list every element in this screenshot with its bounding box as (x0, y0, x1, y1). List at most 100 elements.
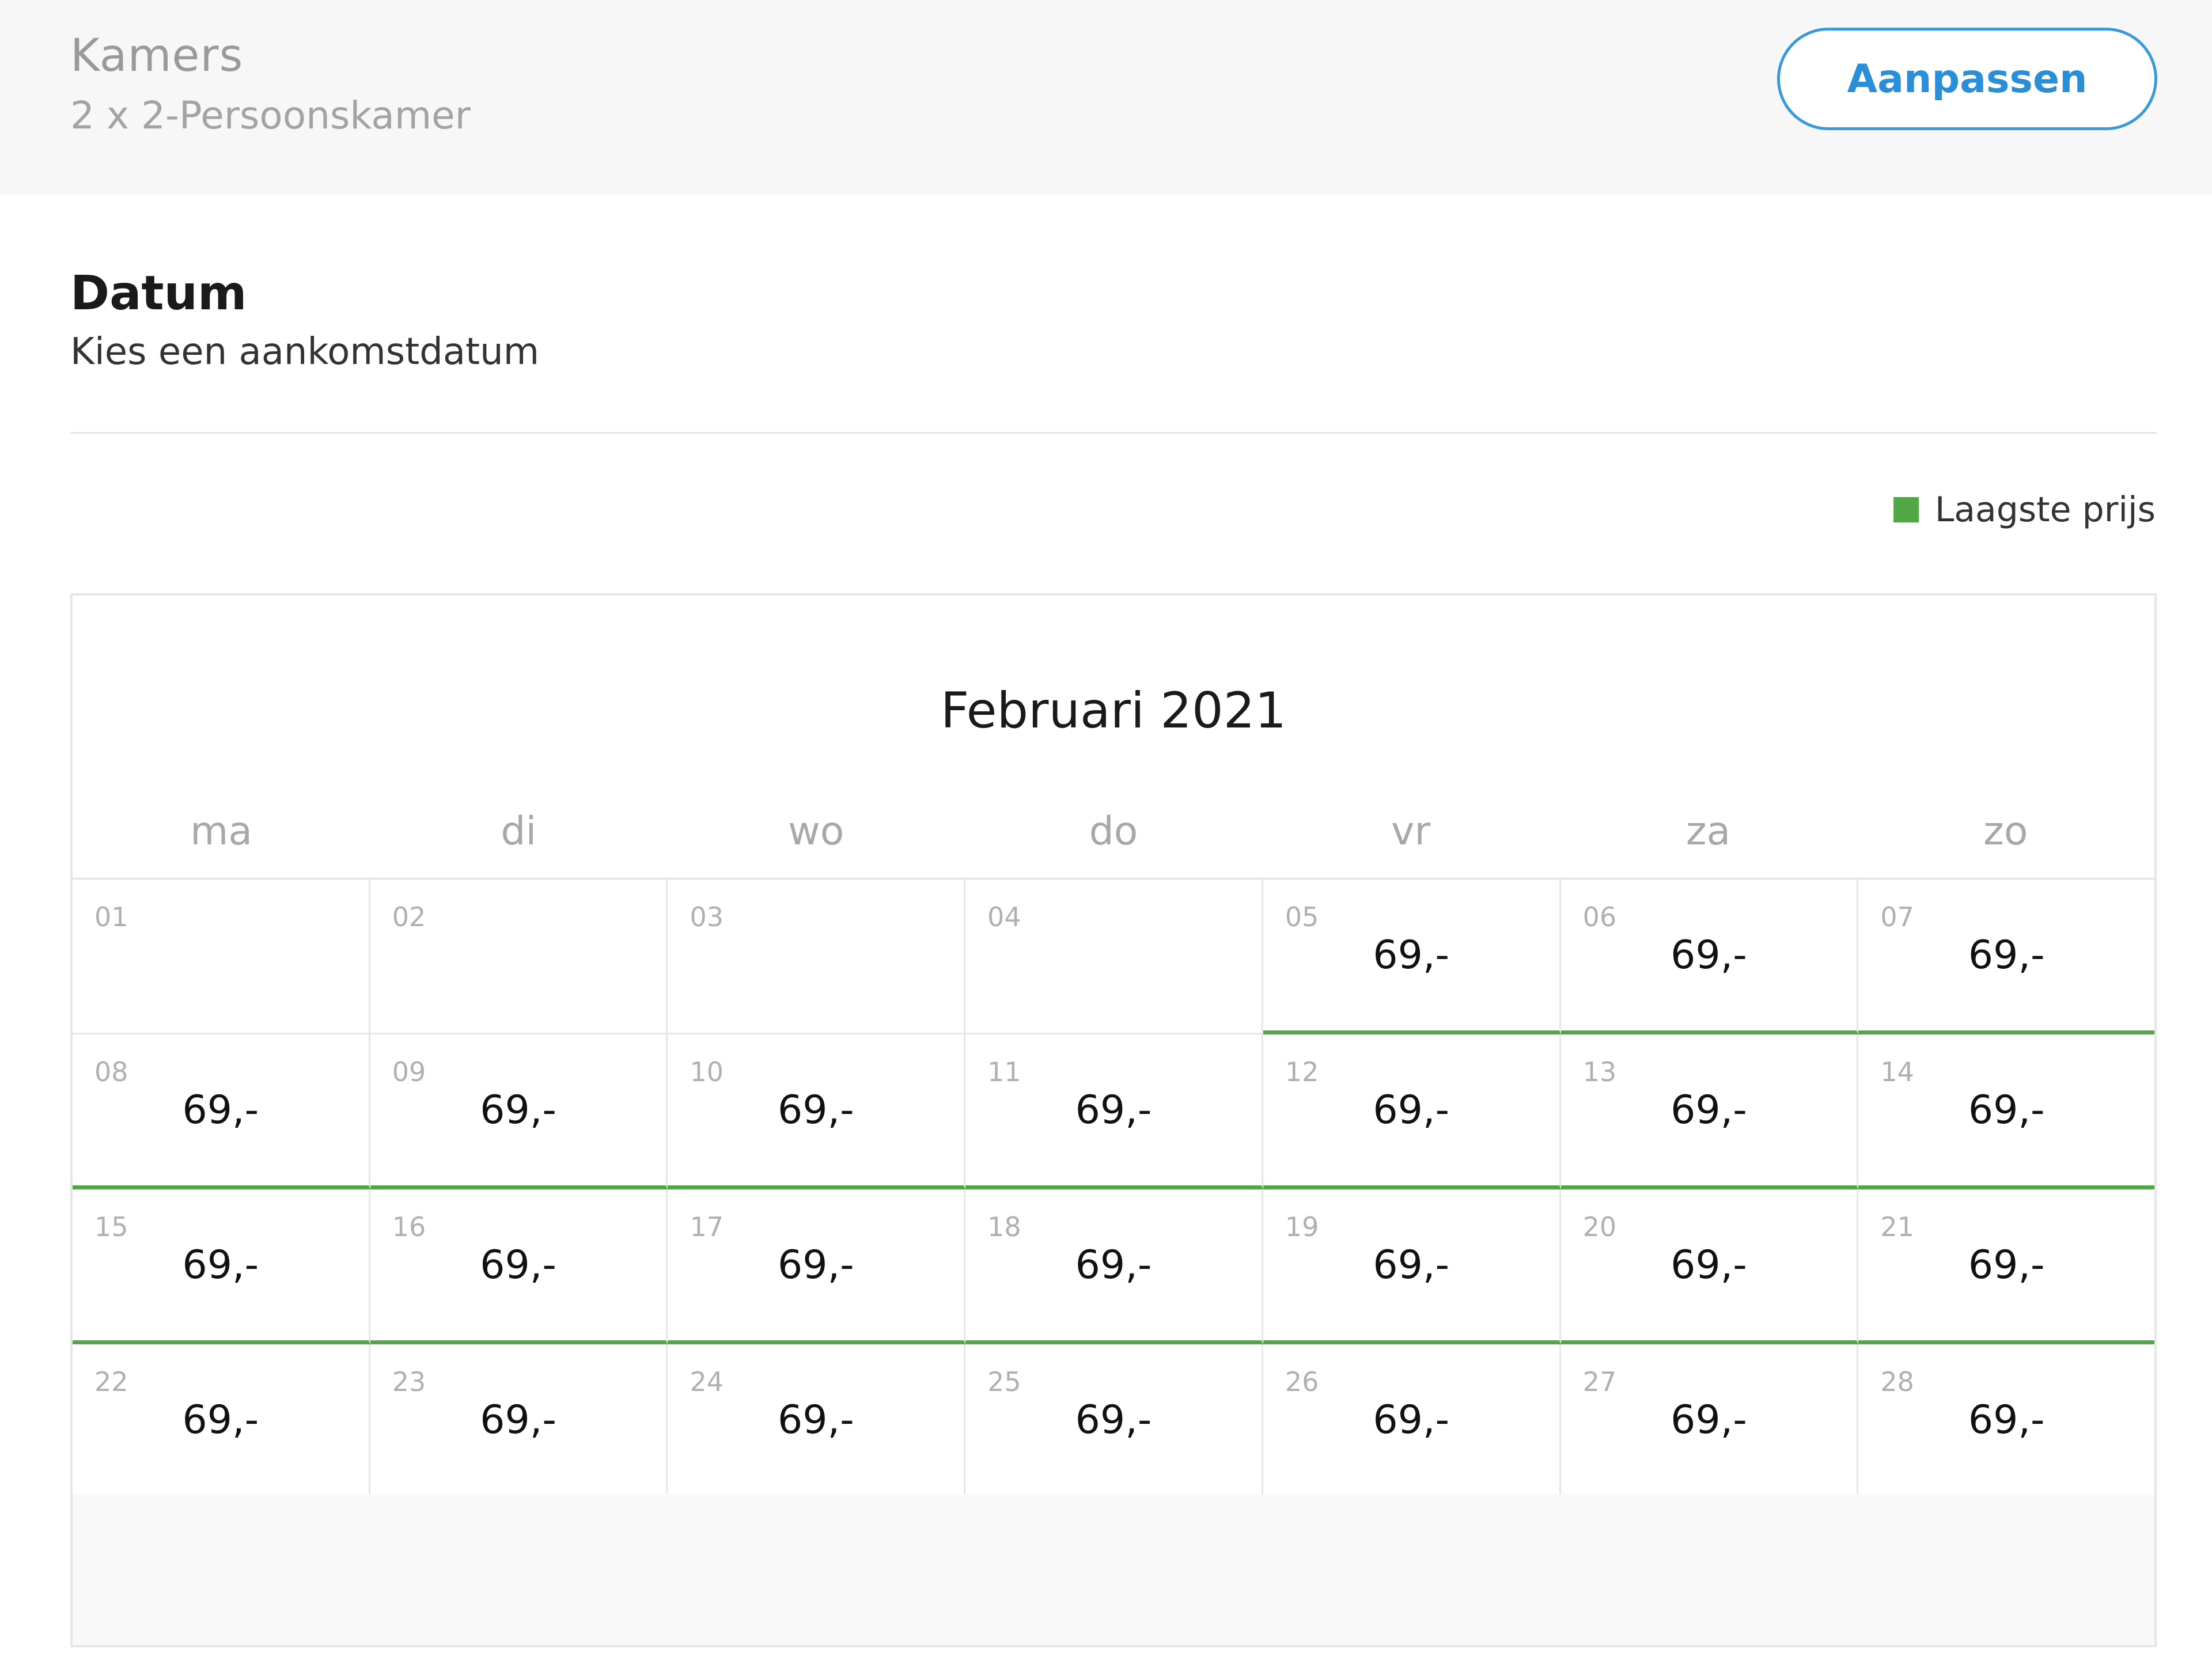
section-divider (70, 432, 2157, 434)
calendar-week: 15 69,- 16 69,- 17 69,- 18 69,- 19 69,- 20 69,- 21 69… (73, 1189, 2155, 1344)
day-number: 27 (1582, 1366, 1617, 1397)
calendar-day[interactable]: 19 69,- (1263, 1189, 1561, 1344)
calendar-day[interactable]: 09 69,- (370, 1034, 668, 1189)
day-number: 28 (1880, 1366, 1914, 1397)
date-section-subtitle: Kies een aankomstdatum (70, 331, 540, 373)
calendar-day[interactable]: 08 69,- (73, 1034, 370, 1189)
day-price: 69,- (777, 1397, 854, 1443)
lowest-price-swatch (1893, 497, 1919, 522)
calendar-week: 08 69,- 09 69,- 10 69,- 11 69,- 12 69,- 13 69,- 14 69… (73, 1034, 2155, 1189)
day-number: 13 (1582, 1056, 1617, 1087)
calendar-day[interactable]: 16 69,- (370, 1189, 668, 1344)
day-number: 17 (690, 1211, 724, 1242)
day-price: 69,- (1373, 1397, 1450, 1443)
day-price: 69,- (1373, 1087, 1450, 1133)
weekday-header: ma di wo do vr za zo (73, 809, 2154, 854)
calendar-week: 01 02 03 04 05 69,- 06 69,- 07 69,- (73, 880, 2155, 1034)
day-price: 69,- (1671, 1242, 1747, 1288)
day-price: 69,- (1373, 933, 1450, 978)
calendar-day[interactable]: 24 69,- (668, 1344, 966, 1499)
day-price: 69,- (480, 1397, 556, 1443)
day-number: 14 (1880, 1056, 1914, 1087)
weekday-label: za (1685, 809, 1731, 854)
weekday-label: zo (1983, 809, 2028, 854)
rooms-summary: 2 x 2-Persoonskamer (70, 93, 471, 138)
day-number: 19 (1285, 1211, 1319, 1242)
day-number: 25 (987, 1366, 1021, 1397)
day-number: 18 (987, 1211, 1021, 1242)
weekday-label: vr (1391, 809, 1431, 854)
day-price: 69,- (182, 1087, 259, 1133)
calendar-day[interactable]: 13 69,- (1560, 1034, 1859, 1189)
calendar-day[interactable]: 14 69,- (1858, 1034, 2155, 1189)
calendar-day[interactable]: 06 69,- (1560, 880, 1859, 1034)
calendar-day: 02 (370, 880, 668, 1034)
day-number: 08 (94, 1056, 128, 1087)
calendar-day[interactable]: 28 69,- (1858, 1344, 2155, 1499)
day-price: 69,- (1671, 933, 1747, 978)
day-price: 69,- (1075, 1242, 1152, 1288)
day-price: 69,- (1968, 933, 2045, 978)
day-number: 04 (987, 901, 1021, 933)
day-price: 69,- (182, 1242, 259, 1288)
price-legend: Laagste prijs (1893, 490, 2156, 530)
day-price: 69,- (1968, 1087, 2045, 1133)
calendar-day[interactable]: 18 69,- (965, 1189, 1263, 1344)
calendar-day[interactable]: 10 69,- (668, 1034, 966, 1189)
day-number: 22 (94, 1366, 128, 1397)
weekday-label: wo (788, 809, 844, 854)
calendar-day[interactable]: 23 69,- (370, 1344, 668, 1499)
calendar-grid: 01 02 03 04 05 69,- 06 69,- 07 69,- 08 69,- 09 69,- 10… (73, 878, 2155, 1499)
day-number: 05 (1285, 901, 1319, 933)
day-price: 69,- (1373, 1242, 1450, 1288)
day-number: 21 (1880, 1211, 1914, 1242)
date-section-title: Datum (70, 266, 247, 321)
day-number: 06 (1582, 901, 1617, 933)
day-number: 02 (392, 901, 426, 933)
rooms-header: Kamers 2 x 2-Persoonskamer Aanpassen (0, 0, 2212, 195)
calendar-day[interactable]: 20 69,- (1560, 1189, 1859, 1344)
calendar-day[interactable]: 05 69,- (1263, 880, 1561, 1034)
calendar-day[interactable]: 07 69,- (1858, 880, 2155, 1034)
month-calendar: Februari 2021 ma di wo do vr za zo 01 02 03 04 05 6… (70, 593, 2157, 1647)
day-number: 16 (392, 1211, 426, 1242)
calendar-day[interactable]: 25 69,- (965, 1344, 1263, 1499)
day-number: 03 (690, 901, 724, 933)
day-number: 07 (1880, 901, 1914, 933)
calendar-day[interactable]: 12 69,- (1263, 1034, 1561, 1189)
weekday-label: ma (190, 809, 253, 854)
calendar-footer (73, 1494, 2154, 1645)
calendar-day[interactable]: 27 69,- (1560, 1344, 1859, 1499)
calendar-day[interactable]: 15 69,- (73, 1189, 370, 1344)
adjust-button[interactable]: Aanpassen (1777, 28, 2157, 130)
calendar-day[interactable]: 11 69,- (965, 1034, 1263, 1189)
weekday-label: do (1089, 809, 1138, 854)
day-price: 69,- (777, 1242, 854, 1288)
day-number: 10 (690, 1056, 724, 1087)
calendar-day: 04 (965, 880, 1263, 1034)
day-price: 69,- (182, 1397, 259, 1443)
calendar-day: 03 (668, 880, 966, 1034)
day-price: 69,- (777, 1087, 854, 1133)
day-number: 11 (987, 1056, 1021, 1087)
day-number: 15 (94, 1211, 128, 1242)
calendar-day[interactable]: 26 69,- (1263, 1344, 1561, 1499)
day-price: 69,- (1075, 1397, 1152, 1443)
calendar-day[interactable]: 22 69,- (73, 1344, 370, 1499)
day-price: 69,- (480, 1242, 556, 1288)
day-number: 23 (392, 1366, 426, 1397)
calendar-week: 22 69,- 23 69,- 24 69,- 25 69,- 26 69,- 27 69,- 28 69… (73, 1344, 2155, 1499)
month-title: Februari 2021 (940, 682, 1287, 740)
day-number: 09 (392, 1056, 426, 1087)
weekday-label: di (501, 809, 537, 854)
day-number: 24 (690, 1366, 724, 1397)
calendar-day[interactable]: 17 69,- (668, 1189, 966, 1344)
calendar-day[interactable]: 21 69,- (1858, 1189, 2155, 1344)
calendar-day: 01 (73, 880, 370, 1034)
day-number: 26 (1285, 1366, 1319, 1397)
day-number: 20 (1582, 1211, 1617, 1242)
day-price: 69,- (1671, 1087, 1747, 1133)
day-price: 69,- (1671, 1397, 1747, 1443)
day-price: 69,- (1968, 1242, 2045, 1288)
day-number: 01 (94, 901, 128, 933)
